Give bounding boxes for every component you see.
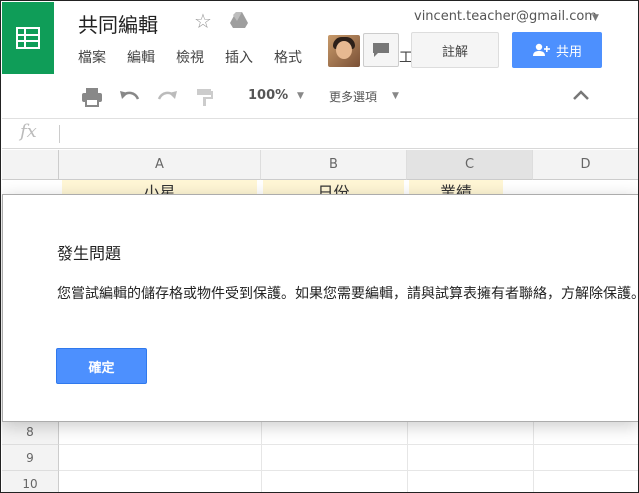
column-header-b[interactable]: B [261,150,407,180]
menu-view[interactable]: 檢視 [176,47,204,67]
print-icon[interactable] [81,87,103,107]
grid-row[interactable] [59,471,638,492]
chevron-down-icon[interactable]: ▼ [592,13,599,23]
error-dialog: 發生問題 您嘗試編輯的儲存格或物件受到保護。如果您需要編輯，請與試算表擁有者聯絡… [2,194,639,422]
sheets-grid-icon [16,27,40,49]
share-button[interactable]: 共用 [512,32,602,68]
redo-icon[interactable] [156,87,178,107]
document-title[interactable]: 共同編輯 [78,9,158,38]
chat-bubble-icon [373,43,389,57]
dialog-message: 您嘗試編輯的儲存格或物件受到保護。如果您需要編輯，請與試算表擁有者聯絡，方解除保… [57,286,639,302]
star-icon[interactable]: ☆ [194,9,212,33]
avatar[interactable] [328,35,360,67]
column-header-d[interactable]: D [533,150,638,180]
chat-button[interactable] [363,33,399,67]
user-email[interactable]: vincent.teacher@gmail.com [414,9,597,24]
comments-button[interactable]: 註解 [411,32,499,68]
menu-insert[interactable]: 插入 [225,47,253,67]
menu-file[interactable]: 檔案 [78,47,106,67]
more-caret-icon[interactable]: ▼ [392,91,399,101]
row-header-9[interactable]: 9 [2,445,59,471]
chevron-up-icon[interactable] [571,87,591,103]
column-header-a[interactable]: A [59,150,261,180]
menu-format[interactable]: 格式 [274,47,302,67]
sheets-logo[interactable] [2,2,54,74]
formula-bar [2,119,638,149]
row-header-8[interactable]: 8 [2,419,59,445]
select-all-corner[interactable] [2,150,59,180]
dialog-title: 發生問題 [57,244,122,263]
grid-row[interactable] [59,419,638,445]
column-divider [533,421,534,492]
paint-format-icon[interactable] [195,87,217,107]
fx-icon: fx [20,121,37,142]
column-divider [261,421,262,492]
ok-button[interactable]: 確定 [56,348,147,384]
row-header-10[interactable]: 10 [2,471,59,492]
more-options-button[interactable]: 更多選項 [329,88,377,105]
share-label: 共用 [555,44,582,60]
grid-row[interactable] [59,445,638,471]
undo-icon[interactable] [119,87,141,107]
zoom-caret-icon[interactable]: ▼ [297,91,304,101]
add-person-icon [532,43,550,56]
formula-divider [59,125,60,143]
column-divider [407,421,408,492]
zoom-select[interactable]: 100% [248,88,288,103]
menu-edit[interactable]: 編輯 [127,47,155,67]
column-header-c[interactable]: C [407,150,533,180]
app-window: 共同編輯 ☆ 檔案 編輯 檢視 插入 格式 工 式 vincent.teache… [0,0,639,493]
drive-icon[interactable] [229,11,249,29]
